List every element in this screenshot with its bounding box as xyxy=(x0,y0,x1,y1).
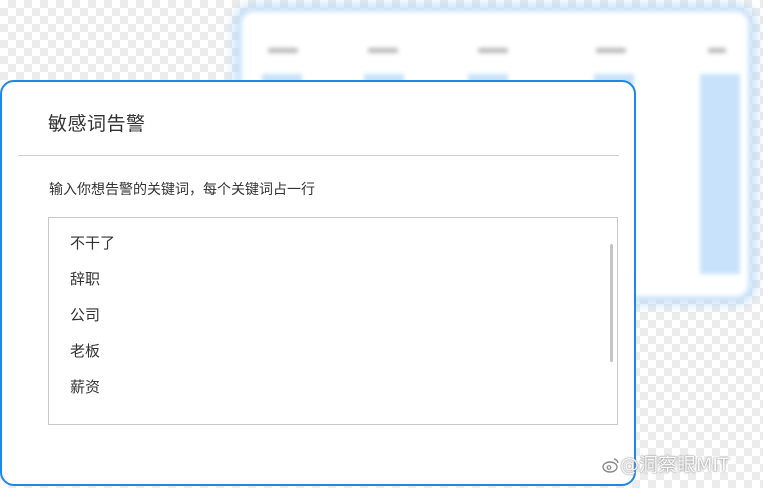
watermark-text: @洞察眼MIT xyxy=(620,454,730,476)
keyword-line: 薪资 xyxy=(70,378,101,396)
textarea-scrollbar[interactable] xyxy=(610,244,613,362)
keyword-line: 老板 xyxy=(70,342,101,360)
background-bar xyxy=(700,74,740,274)
keyword-list: 不干了 辞职 公司 老板 薪资 xyxy=(70,233,115,413)
watermark: @洞察眼MIT xyxy=(602,450,730,477)
keyword-line: 辞职 xyxy=(70,270,101,288)
keyword-line: 公司 xyxy=(70,306,101,324)
background-header-cell xyxy=(596,48,626,53)
background-header-cell xyxy=(368,48,398,53)
dialog-title: 敏感词告警 xyxy=(48,113,146,135)
background-header-cell xyxy=(268,48,298,53)
title-divider xyxy=(18,155,619,156)
sensitive-word-alert-dialog: 敏感词告警 输入你想告警的关键词，每个关键词占一行 不干了 辞职 公司 老板 薪… xyxy=(0,80,636,486)
instruction-text: 输入你想告警的关键词，每个关键词占一行 xyxy=(49,182,315,198)
weibo-logo-icon xyxy=(602,458,619,473)
background-header-cell xyxy=(708,48,726,53)
keyword-textarea[interactable]: 不干了 辞职 公司 老板 薪资 xyxy=(48,217,618,425)
background-header-cell xyxy=(478,48,508,53)
keyword-line: 不干了 xyxy=(70,234,116,252)
